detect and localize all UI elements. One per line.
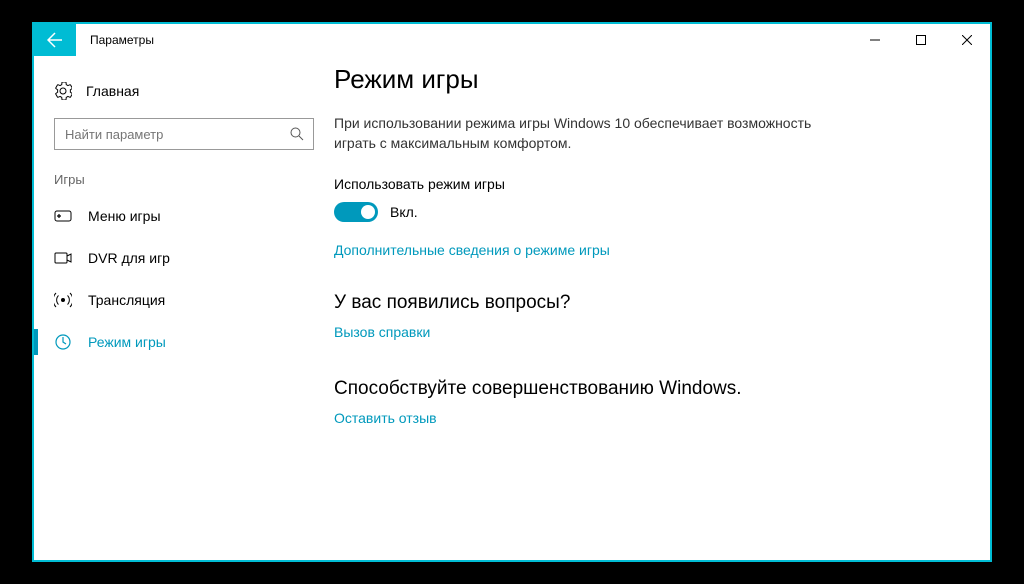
search-input[interactable] — [54, 118, 314, 150]
page-description: При использовании режима игры Windows 10… — [334, 113, 814, 154]
settings-window: Параметры Главная — [32, 22, 992, 562]
questions-heading: У вас появились вопросы? — [334, 292, 950, 314]
close-icon — [962, 35, 972, 45]
game-mode-icon — [54, 333, 72, 351]
game-mode-toggle[interactable] — [334, 202, 378, 222]
sidebar-item-label: Режим игры — [88, 334, 166, 350]
improve-block: Способствуйте совершенствованию Windows.… — [334, 378, 950, 428]
sidebar-item-broadcasting[interactable]: Трансляция — [34, 279, 334, 321]
sidebar-item-label: Трансляция — [88, 292, 165, 308]
window-controls — [852, 24, 990, 56]
sidebar-item-label: DVR для игр — [88, 250, 170, 266]
sidebar: Главная Игры Меню игры DVR для игр Транс… — [34, 56, 334, 560]
toggle-state: Вкл. — [390, 204, 418, 220]
toggle-row: Вкл. — [334, 202, 950, 222]
page-title: Режим игры — [334, 64, 950, 95]
sidebar-item-game-bar[interactable]: Меню игры — [34, 195, 334, 237]
window-title: Параметры — [90, 33, 154, 47]
dvr-icon — [54, 249, 72, 267]
maximize-icon — [916, 35, 926, 45]
maximize-button[interactable] — [898, 24, 944, 56]
home-nav[interactable]: Главная — [34, 74, 334, 108]
broadcast-icon — [54, 291, 72, 309]
home-label: Главная — [86, 83, 139, 99]
sidebar-item-label: Меню игры — [88, 208, 161, 224]
help-link[interactable]: Вызов справки — [334, 324, 430, 340]
main-content: Режим игры При использовании режима игры… — [334, 56, 990, 560]
back-arrow-icon — [47, 32, 63, 48]
more-info-link[interactable]: Дополнительные сведения о режиме игры — [334, 242, 610, 258]
improve-heading: Способствуйте совершенствованию Windows. — [334, 378, 950, 400]
gear-icon — [54, 82, 72, 100]
feedback-link[interactable]: Оставить отзыв — [334, 410, 437, 426]
minimize-icon — [870, 35, 880, 45]
titlebar: Параметры — [34, 24, 990, 56]
sidebar-item-game-mode[interactable]: Режим игры — [34, 321, 334, 363]
back-button[interactable] — [34, 24, 76, 56]
questions-block: У вас появились вопросы? Вызов справки — [334, 292, 950, 342]
game-bar-icon — [54, 207, 72, 225]
section-label: Игры — [34, 172, 334, 195]
search-wrap — [34, 108, 334, 172]
toggle-label: Использовать режим игры — [334, 176, 950, 192]
sidebar-item-game-dvr[interactable]: DVR для игр — [34, 237, 334, 279]
window-body: Главная Игры Меню игры DVR для игр Транс… — [34, 56, 990, 560]
search-icon — [290, 127, 304, 141]
close-button[interactable] — [944, 24, 990, 56]
minimize-button[interactable] — [852, 24, 898, 56]
